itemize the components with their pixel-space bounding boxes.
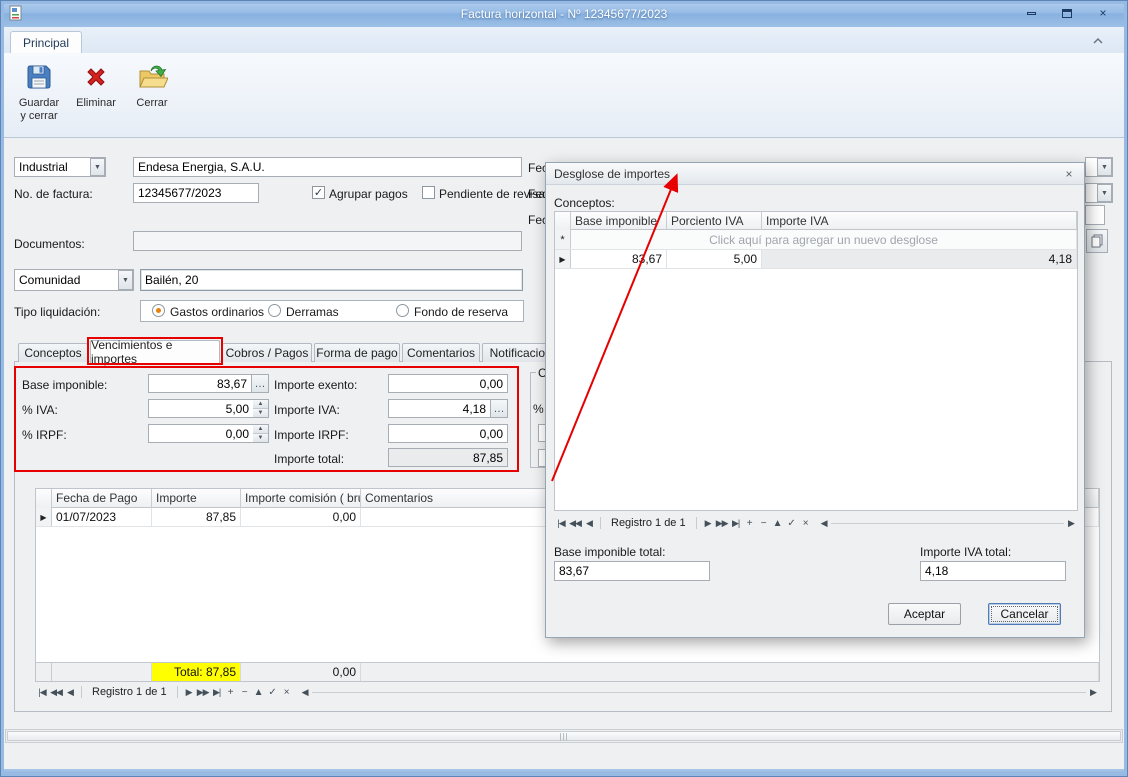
app-window: Factura horizontal - Nº 12345677/2023 × … [0,0,1128,777]
dialog-title-bar: Desglose de importes [546,163,1084,185]
scroll-right-icon[interactable]: ▶ [1064,517,1078,530]
maximize-icon[interactable] [1056,4,1078,22]
clipped-combo-2-dropdown-icon[interactable]: ▼ [1097,184,1112,202]
tab-comentarios[interactable]: Comentarios [402,343,480,362]
delete-button-label: Eliminar [76,97,116,110]
dialog-title: Desglose de importes [554,167,670,181]
clipped-field-3[interactable] [1085,205,1105,225]
form-horizontal-scrollbar[interactable]: ||| [5,729,1123,743]
radio-fondo-reserva[interactable] [396,304,409,317]
cancelar-button[interactable]: Cancelar [988,603,1061,625]
nav-ok-icon[interactable]: ✓ [785,517,799,530]
comunidad-combobox[interactable]: Comunidad [14,269,134,291]
window-title: Factura horizontal - Nº 12345677/2023 [0,7,1128,21]
documentos-label: Documentos: [14,237,85,251]
direccion-input[interactable] [140,269,523,291]
agrupar-pagos-checkbox[interactable]: ✓ [312,186,325,199]
delete-x-icon [80,61,112,93]
ribbon-collapse-icon[interactable] [1088,33,1108,49]
radio-fondo-reserva-label: Fondo de reserva [414,305,508,319]
conceptos-label: Conceptos: [554,196,615,210]
agrupar-pagos-label: Agrupar pagos [329,187,408,201]
column-header[interactable]: Importe IVA [762,212,1077,230]
scroll-left-icon[interactable]: ◀ [817,517,831,530]
tipo-combo-dropdown-icon[interactable]: ▼ [90,158,105,176]
tipo-liquidacion-label: Tipo liquidación: [14,305,100,319]
ribbon-tab-strip: Principal [0,27,1128,53]
desglose-grid-navigator: |◀ ◀◀ ◀ Registro 1 de 1 ▶ ▶▶ ▶| + − ▲ ✓ … [554,515,1078,531]
dialog-close-icon[interactable]: × [1060,166,1078,182]
nav-next-icon[interactable]: ▶ [701,517,715,530]
close-button[interactable]: Cerrar [128,56,176,134]
table-row[interactable]: ▶ 83,67 5,00 4,18 [555,250,1077,269]
aceptar-button[interactable]: Aceptar [888,603,961,625]
minimize-icon[interactable] [1020,4,1042,22]
invoice-number-input[interactable] [133,183,259,203]
save-button-label: Guardar y cerrar [19,97,59,123]
new-row-hint[interactable]: Click aquí para agregar un nuevo desglos… [571,230,1077,249]
desglose-dialog: Desglose de importes × Conceptos: Base i… [545,162,1085,638]
copy-document-button[interactable] [1086,229,1108,253]
scrollbar-thumb[interactable]: ||| [7,731,1121,741]
iva-total-label: Importe IVA total: [920,545,1011,559]
window-close-icon[interactable]: × [1092,4,1114,22]
scrollbar-grip-icon: ||| [559,732,568,741]
tab-forma-pago[interactable]: Forma de pago [314,343,400,362]
nav-remove-icon[interactable]: − [757,517,771,530]
nav-next-page-icon[interactable]: ▶▶ [715,517,729,530]
radio-derramas[interactable] [268,304,281,317]
comunidad-combo-dropdown-icon[interactable]: ▼ [118,270,133,290]
supplier-input[interactable] [133,157,522,177]
close-button-label: Cerrar [136,97,167,110]
save-icon [23,61,55,93]
radio-derramas-label: Derramas [286,305,339,319]
grid-horizontal-scrollbar[interactable]: ◀ ▶ [817,517,1078,530]
column-header[interactable]: Porciento IVA [667,212,762,230]
nav-last-icon[interactable]: ▶| [729,517,743,530]
new-row-indicator-icon: * [560,234,564,246]
nav-record-label: Registro 1 de 1 [600,517,697,529]
window-frame-bottom [0,769,1128,777]
tab-vencimientos-importes[interactable]: Vencimientos e importes [90,340,220,363]
desglose-grid[interactable]: Base imponible Porciento IVA Importe IVA… [554,211,1078,511]
save-and-close-button[interactable]: Guardar y cerrar [12,56,66,134]
tab-principal[interactable]: Principal [10,31,82,53]
radio-gastos-ordinarios-label: Gastos ordinarios [170,305,264,319]
nav-first-icon[interactable]: |◀ [554,517,568,530]
close-folder-icon [136,61,168,93]
cell-importe-iva[interactable]: 4,18 [762,250,1077,268]
nav-cancel-icon[interactable]: × [799,517,813,530]
base-total-input[interactable] [554,561,710,581]
radio-gastos-ordinarios[interactable] [152,304,165,317]
nav-add-icon[interactable]: + [743,517,757,530]
delete-button[interactable]: Eliminar [72,56,120,134]
ribbon-toolbar: Guardar y cerrar Eliminar Cerrar [0,53,1128,138]
desglose-grid-header: Base imponible Porciento IVA Importe IVA [555,212,1077,230]
nav-edit-icon[interactable]: ▲ [771,517,785,530]
cell-base[interactable]: 83,67 [571,250,667,268]
nav-prev-icon[interactable]: ◀ [582,517,596,530]
iva-total-input[interactable] [920,561,1066,581]
row-indicator-icon: ▶ [559,255,565,264]
invoice-number-label: No. de factura: [14,187,93,201]
documentos-input[interactable] [133,231,522,251]
copy-pages-icon [1090,234,1104,248]
check-icon: ✓ [314,186,323,199]
pendiente-revisar-checkbox[interactable] [422,186,435,199]
tab-conceptos[interactable]: Conceptos [18,343,88,362]
column-header[interactable]: Base imponible [571,212,667,230]
title-bar: Factura horizontal - Nº 12345677/2023 × [0,0,1128,27]
cell-porciento[interactable]: 5,00 [667,250,762,268]
grid-new-row[interactable]: * Click aquí para agregar un nuevo desgl… [555,230,1077,250]
nav-prev-page-icon[interactable]: ◀◀ [568,517,582,530]
tab-cobros-pagos[interactable]: Cobros / Pagos [222,343,312,362]
base-total-label: Base imponible total: [554,545,665,559]
clipped-combo-1-dropdown-icon[interactable]: ▼ [1097,158,1112,176]
